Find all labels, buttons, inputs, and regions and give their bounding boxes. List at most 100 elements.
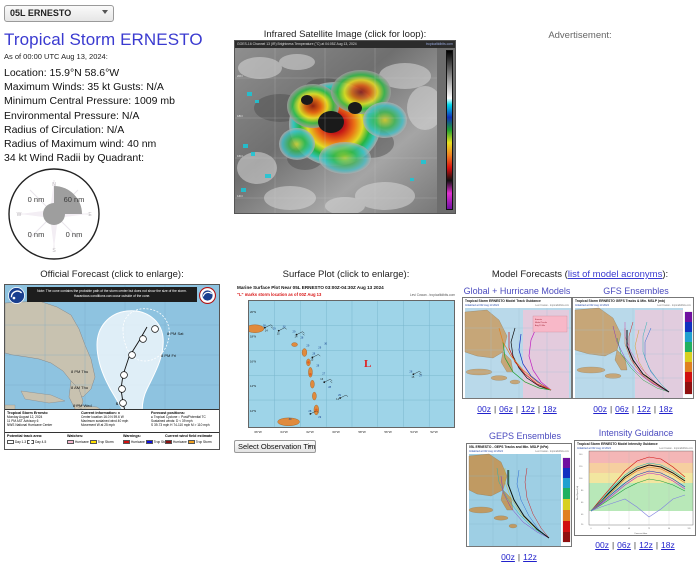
link-gfs-00z[interactable]: 00z xyxy=(593,404,607,414)
legend-wind-field-title: Current wind field estimate xyxy=(165,434,213,438)
link-intensity-18z[interactable]: 18z xyxy=(661,540,675,550)
model-forecasts-caption-prefix: Model Forecasts ( xyxy=(491,269,568,280)
svg-text:16°N: 16°N xyxy=(250,359,256,363)
swatch-watch-hurricane xyxy=(67,440,74,444)
svg-text:8 PM Thu: 8 PM Thu xyxy=(71,369,88,374)
link-intensity-06z[interactable]: 06z xyxy=(617,540,631,550)
link-gfs-06z[interactable]: 06z xyxy=(615,404,629,414)
chart-title-global: Tropical Storm ERNESTO Model Track Guida… xyxy=(465,299,541,303)
svg-text:20°N: 20°N xyxy=(250,310,256,314)
infrared-satellite-image[interactable]: tropicaltidbits.com GOES-16 Channel 13 (… xyxy=(234,40,456,214)
svg-text:66°W: 66°W xyxy=(254,430,262,434)
observation-time-select[interactable]: Select Observation Time... xyxy=(234,440,316,453)
page-root: 05L ERNESTO Tropical Storm ERNESTO As of… xyxy=(0,0,699,567)
surface-plot-caption: Surface Plot (click to enlarge): xyxy=(282,269,410,280)
fact-location: Location: 15.9°N 58.6°W xyxy=(4,67,120,79)
svg-text:8 PM Sat: 8 PM Sat xyxy=(167,331,184,336)
svg-text:8 PM Fri: 8 PM Fri xyxy=(161,353,176,358)
nhc-seal-icon xyxy=(199,287,216,304)
svg-text:56°W: 56°W xyxy=(384,430,392,434)
svg-text:16N: 16N xyxy=(237,154,243,158)
satellite-imagery: 20N 18N 16N 14N xyxy=(235,48,437,213)
svg-text:Ernesto: Ernesto xyxy=(535,318,543,321)
legend-watch-hurricane: Hurricane xyxy=(75,440,89,444)
svg-text:Aug 13 00z: Aug 13 00z xyxy=(535,324,545,327)
svg-text:N: N xyxy=(52,182,56,188)
model-acronyms-link[interactable]: list of model acronyms xyxy=(568,269,663,280)
svg-text:8 AM Thu: 8 AM Thu xyxy=(71,385,88,390)
official-forecast-map[interactable]: SS 11 PM Mon 8 PM Tue 8 AM Wed 8 PM Wed … xyxy=(4,284,220,450)
swatch-field-ts xyxy=(187,440,195,444)
fact-radius-circulation: Radius of Circulation: N/A xyxy=(4,123,125,136)
svg-text:96: 96 xyxy=(668,528,670,530)
svg-text:8 PM Wed: 8 PM Wed xyxy=(73,403,92,408)
link-gfs-12z[interactable]: 12z xyxy=(637,404,651,414)
link-geps-00z[interactable]: 00z xyxy=(501,552,515,562)
geps-tracks-graphic xyxy=(467,444,571,546)
svg-text:18N: 18N xyxy=(237,114,243,118)
model-forecasts-caption: Model Forecasts (list of model acronyms)… xyxy=(462,269,698,280)
gefs-tracks-graphic xyxy=(573,298,693,398)
satellite-image-credit: tropicaltidbits.com xyxy=(425,42,453,46)
chart-sub-intensity: Initialized at 00z Aug 13 2024 xyxy=(577,446,611,450)
links-gfs-ensembles: 00z | 06z | 12z | 18z xyxy=(572,404,694,414)
chart-title-gfs: Tropical Storm ERNESTO GEFS Tracks & Min… xyxy=(575,299,666,303)
link-global-00z[interactable]: 00z xyxy=(477,404,491,414)
intensity-guidance-chart[interactable]: 140 120 100 80 60 40 20 0 24 48 72 96 120 Foreca… xyxy=(574,440,696,536)
svg-text:60 nm: 60 nm xyxy=(64,195,85,204)
swatch-watch-ts xyxy=(89,440,97,444)
svg-text:24: 24 xyxy=(608,528,610,530)
svg-text:0 nm: 0 nm xyxy=(28,195,45,204)
cone-note: Note: The cone contains the probable pat… xyxy=(27,287,197,302)
svg-text:72: 72 xyxy=(648,528,650,530)
sep: | xyxy=(537,404,541,414)
gfs-ensembles-chart[interactable]: Tropical Storm ERNESTO GEFS Tracks & Min… xyxy=(572,297,694,399)
link-geps-12z[interactable]: 12z xyxy=(523,552,537,562)
chart-sub-gfs: Initialized at 00z Aug 13 2024 xyxy=(575,303,609,307)
chart-credit-intensity: Levi Cowan - tropicaltidbits.com xyxy=(659,446,693,450)
storm-selector-value: 05L ERNESTO xyxy=(10,8,72,18)
svg-text:12°N: 12°N xyxy=(250,409,256,413)
svg-text:14N: 14N xyxy=(237,194,243,198)
link-intensity-00z[interactable]: 00z xyxy=(595,540,609,550)
sep: | xyxy=(631,404,635,414)
wind-radii-diagram: N S W E 0 nm 60 nm 0 nm 0 nm xyxy=(6,166,102,262)
storm-selector[interactable]: 05L ERNESTO xyxy=(4,5,114,22)
chart-sub-geps: Initialized at 00z Aug 13 2024 xyxy=(469,449,503,453)
link-global-18z[interactable]: 18z xyxy=(543,404,557,414)
surface-plot-credit: Levi Cowan - tropicaltidbits.com xyxy=(410,293,455,297)
swatch-day45 xyxy=(27,440,35,444)
svg-text:Forecast Hour: Forecast Hour xyxy=(635,532,648,535)
surface-plot-image[interactable]: Marine Surface Plot Near 05L ERNESTO 03:… xyxy=(234,284,458,436)
svg-text:64°W: 64°W xyxy=(280,430,288,434)
svg-text:20N: 20N xyxy=(237,74,243,78)
geps-ensembles-chart[interactable]: 05L ERNESTO - GEPS Tracks and Min. MSLP … xyxy=(466,443,572,547)
sep: | xyxy=(493,404,497,414)
observation-time-value: Select Observation Time... xyxy=(238,442,316,451)
svg-text:W: W xyxy=(17,212,22,218)
satellite-image-header: tropicaltidbits.com GOES-16 Channel 13 (… xyxy=(235,41,455,48)
satellite-caption: Infrared Satellite Image (click for loop… xyxy=(263,29,427,40)
link-gfs-18z[interactable]: 18z xyxy=(659,404,673,414)
track-guidance-graphic: ErnestoModel TracksAug 13 00z xyxy=(463,298,571,398)
sep: | xyxy=(609,404,613,414)
legend-watch-ts: Trop Storm xyxy=(97,440,114,444)
swatch-day13 xyxy=(7,440,14,444)
panel-heading-gfs-ensembles: GFS Ensembles xyxy=(603,286,669,296)
link-intensity-12z[interactable]: 12z xyxy=(639,540,653,550)
fact-radius-max-wind: Radius of Maximum wind: 40 nm xyxy=(4,138,157,151)
legend-warn-hurricane: Hurricane xyxy=(131,440,145,444)
legend-field-hurricane: Hurricane xyxy=(173,440,187,444)
fact-min-pressure: Minimum Central Pressure: 1009 mb xyxy=(4,95,175,108)
surface-plot-title: Marine Surface Plot Near 05L ERNESTO 03:… xyxy=(237,285,384,290)
link-global-12z[interactable]: 12z xyxy=(521,404,535,414)
svg-text:Wind Speed (kt): Wind Speed (kt) xyxy=(576,485,579,500)
surface-plot-low-marker: L xyxy=(364,358,372,370)
legend-s: S 39-73 mph xyxy=(151,423,170,427)
svg-text:54°W: 54°W xyxy=(410,430,418,434)
sep: | xyxy=(517,552,521,562)
link-global-06z[interactable]: 06z xyxy=(499,404,513,414)
satellite-colorbar xyxy=(446,50,453,210)
links-geps-ensembles: 00z | 12z xyxy=(466,552,572,562)
global-hurricane-models-chart[interactable]: Ernesto Model Tracks Aug 13 00z Tropical S… xyxy=(462,297,572,399)
